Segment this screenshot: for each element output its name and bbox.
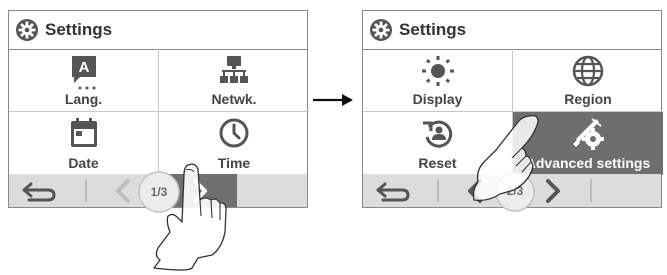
menu-item-date[interactable]: Date (9, 112, 159, 175)
globe-icon (572, 55, 604, 87)
settings-screen-page-2: Settings Display Region Reset Advanced s… (362, 10, 663, 212)
svg-text:A: A (78, 59, 89, 76)
clock-icon (219, 118, 249, 148)
menu-item-advanced-settings[interactable]: Advanced settings (513, 112, 663, 175)
chevron-right-icon (193, 179, 207, 203)
settings-grid: A Lang. Netwk. Date Time (9, 49, 309, 175)
network-icon (220, 56, 248, 83)
menu-item-region[interactable]: Region (513, 49, 663, 112)
settings-grid: Display Region Reset Advanced settings (363, 49, 663, 175)
menu-item-label: Display (412, 91, 463, 107)
menu-item-label: Advanced settings (525, 155, 651, 171)
chevron-left-icon[interactable] (467, 179, 483, 203)
menu-item-display[interactable]: Display (363, 49, 513, 112)
menu-item-reset[interactable]: Reset (363, 112, 513, 175)
menu-item-label: Date (68, 155, 99, 171)
gear-icon (370, 19, 392, 41)
gear-icon (16, 19, 38, 41)
navigation-bar: 2/3 (363, 172, 661, 212)
menu-item-label: Region (564, 91, 612, 107)
brightness-icon (421, 56, 454, 86)
title-bar: Settings (9, 11, 307, 50)
menu-item-time[interactable]: Time (159, 112, 309, 175)
menu-item-label: Time (217, 155, 251, 171)
title-bar: Settings (363, 11, 661, 50)
divider (590, 179, 592, 202)
divider (85, 179, 87, 202)
transition-arrow-icon (313, 94, 353, 106)
chevron-right-icon[interactable] (545, 179, 561, 203)
page-title: Settings (45, 20, 113, 39)
menu-item-label: Netwk. (211, 91, 257, 107)
menu-item-label: Lang. (64, 91, 103, 107)
tools-icon (573, 118, 604, 150)
menu-item-label: Reset (418, 155, 457, 171)
dots-icon (78, 86, 96, 90)
chevron-left-icon[interactable] (115, 179, 131, 203)
back-icon[interactable] (21, 180, 57, 202)
calendar-icon (70, 118, 97, 147)
page-title: Settings (399, 20, 467, 39)
divider (437, 179, 439, 202)
language-icon: A (71, 56, 96, 83)
menu-item-network[interactable]: Netwk. (159, 49, 309, 112)
page-indicator: 2/3 (506, 184, 524, 198)
page-indicator: 1/3 (150, 185, 168, 199)
back-icon[interactable] (375, 180, 411, 202)
navigation-bar: 1/3 (9, 171, 307, 213)
settings-screen-page-1: Settings A Lang. Netwk. Date Time 1/3 (8, 10, 309, 213)
reset-icon (422, 120, 452, 148)
menu-item-language[interactable]: A Lang. (9, 49, 159, 112)
